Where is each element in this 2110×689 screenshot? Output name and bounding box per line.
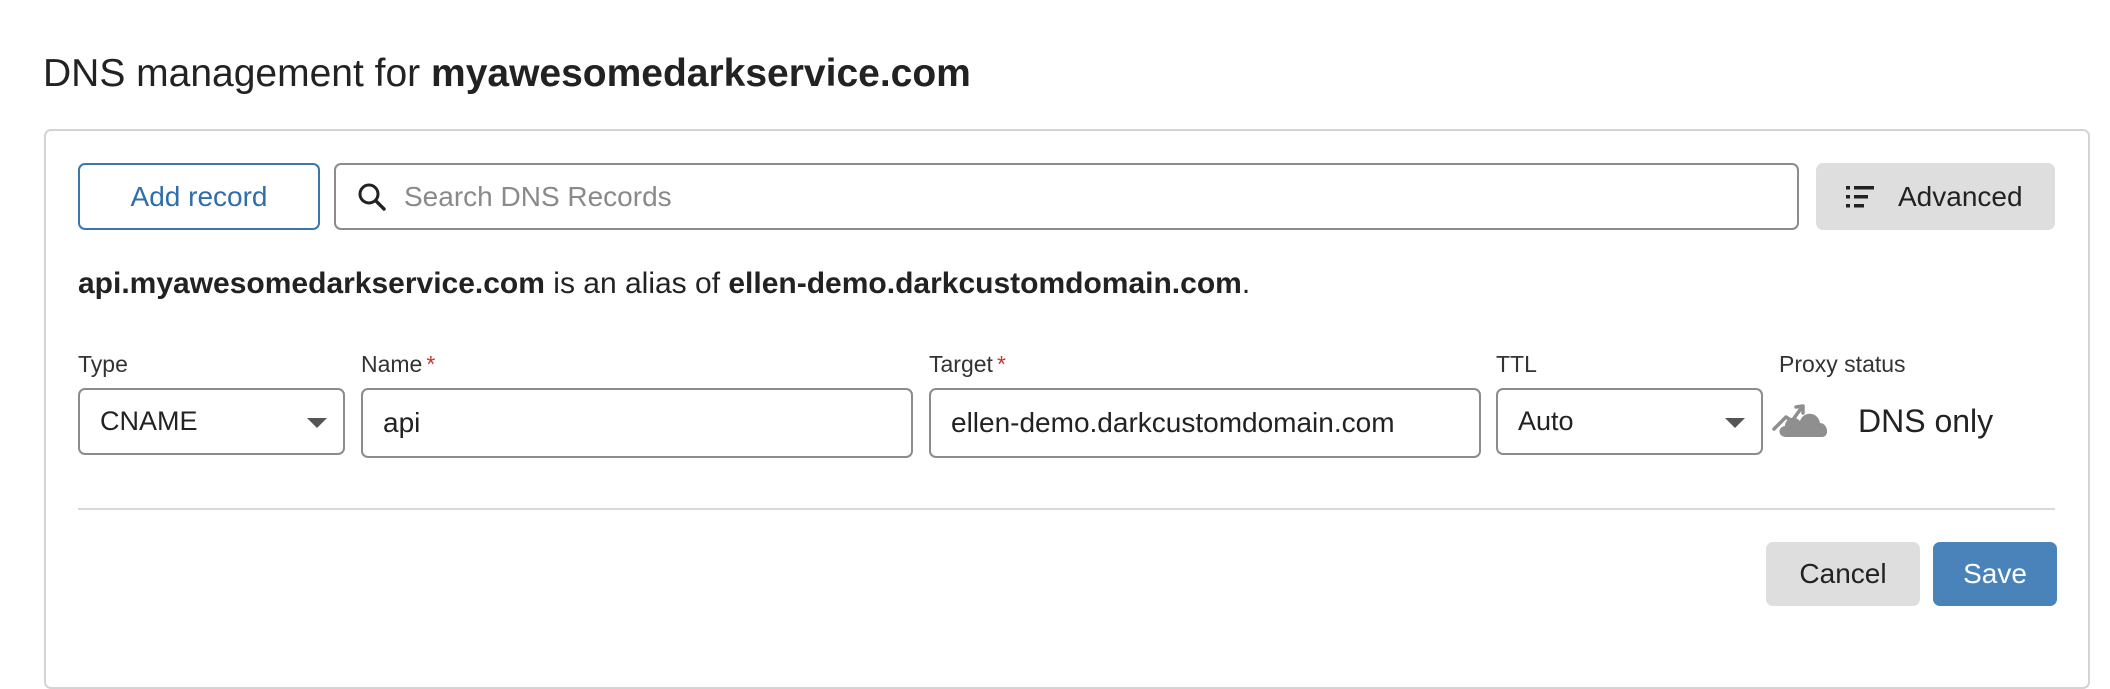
ttl-select-value: Auto [1518,406,1574,436]
save-button[interactable]: Save [1933,542,2057,606]
divider [78,508,2055,510]
type-label: Type [78,351,128,378]
proxy-status[interactable]: DNS only [1772,399,1993,443]
name-input[interactable]: api [361,388,913,458]
page-title-domain: myawesomedarkservice.com [431,52,971,95]
alias-middle-text: is an alias of [544,267,729,300]
advanced-button-label: Advanced [1898,180,2023,212]
proxy-status-label-text: Proxy status [1779,351,1906,377]
name-label: Name * [361,351,435,378]
type-label-text: Type [78,351,128,377]
target-input[interactable]: ellen-demo.darkcustomdomain.com [929,388,1481,458]
chevron-down-icon [307,418,327,428]
ttl-label: TTL [1496,351,1537,378]
proxy-status-label: Proxy status [1779,351,1906,378]
page-title-prefix: DNS management for [43,52,432,95]
page-title: DNS management for myawesomedarkservice.… [43,44,971,104]
dns-record-panel: Add record Advanced api.myawesomedarkser… [44,129,2090,689]
search-input[interactable] [402,179,1756,214]
alias-source: api.myawesomedarkservice.com [78,267,545,300]
alias-notice: api.myawesomedarkservice.com is an alias… [78,267,1250,301]
target-required-mark: * [996,351,1006,377]
type-select[interactable]: CNAME [78,388,345,455]
target-label-text: Target [929,351,993,377]
add-record-button[interactable]: Add record [78,163,320,230]
search-icon [354,179,390,215]
ttl-select[interactable]: Auto [1496,388,1763,455]
chevron-down-icon [1725,418,1745,428]
target-input-value: ellen-demo.darkcustomdomain.com [951,407,1395,438]
advanced-button[interactable]: Advanced [1816,163,2055,230]
alias-target: ellen-demo.darkcustomdomain.com [728,267,1242,300]
cloud-icon [1772,399,1834,443]
search-bar[interactable] [334,163,1799,230]
alias-end: . [1241,267,1251,300]
cancel-button[interactable]: Cancel [1766,542,1920,606]
proxy-status-value: DNS only [1858,402,1994,439]
ttl-label-text: TTL [1496,351,1537,377]
name-required-mark: * [426,351,436,377]
name-label-text: Name [361,351,423,377]
name-input-value: api [383,407,421,438]
target-label: Target * [929,351,1006,378]
list-icon [1846,184,1876,210]
type-select-value: CNAME [100,406,198,436]
